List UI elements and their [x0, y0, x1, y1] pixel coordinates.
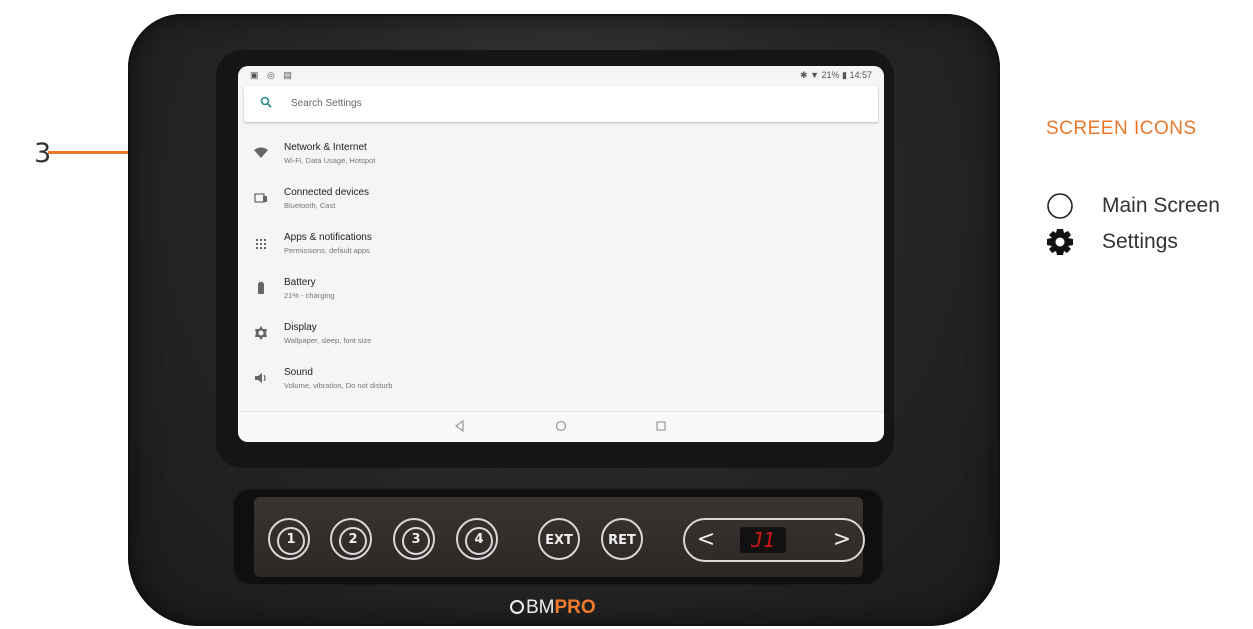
devices-icon	[254, 193, 267, 203]
apps-grid-icon	[256, 239, 266, 249]
back-icon[interactable]	[452, 418, 468, 434]
settings-item-title: Sound	[284, 367, 313, 378]
battery-icon	[258, 282, 264, 294]
android-nav-bar	[238, 411, 884, 442]
volume-icon	[255, 373, 266, 383]
status-notification-icons: ▣ ◎ ▤	[250, 70, 295, 80]
light-button-3[interactable]: 3	[393, 518, 435, 560]
settings-item-subtitle: Wallpaper, sleep, font size	[284, 336, 372, 345]
settings-item-subtitle: Volume, vibration, Do not disturb	[284, 381, 393, 390]
status-system-info: ✱ ▼ 21% ▮ 14:57	[800, 70, 872, 80]
light-button-label: 2	[339, 527, 367, 555]
settings-item-subtitle: Permissions, default apps	[284, 246, 370, 255]
light-button-label: 4	[465, 527, 493, 555]
search-settings-bar[interactable]: Search Settings	[244, 86, 878, 122]
settings-item-title: Connected devices	[284, 187, 370, 198]
search-input[interactable]: Search Settings	[291, 98, 362, 109]
gear-icon	[1047, 229, 1073, 255]
settings-item-sound[interactable]: Sound Volume, vibration, Do not disturb	[238, 357, 884, 402]
selector-pill: < J1 >	[683, 518, 865, 562]
device-screen: ▣ ◎ ▤ ✱ ▼ 21% ▮ 14:57 Search Settings Ne…	[238, 66, 884, 442]
segment-display: J1	[740, 527, 786, 553]
ext-button[interactable]: EXT	[538, 518, 580, 560]
settings-item-title: Battery	[284, 277, 316, 288]
brand-bm: BM	[526, 597, 555, 618]
settings-item-network[interactable]: Network & Internet Wi-Fi, Data Usage, Ho…	[238, 132, 884, 177]
status-bar: ▣ ◎ ▤ ✱ ▼ 21% ▮ 14:57	[238, 66, 884, 84]
light-button-label: 3	[402, 527, 430, 555]
prev-arrow-button[interactable]: <	[691, 520, 721, 560]
settings-item-subtitle: Wi-Fi, Data Usage, Hotspot	[284, 156, 376, 165]
brand-pro: PRO	[554, 597, 596, 618]
circle-icon	[1047, 193, 1073, 219]
light-button-4[interactable]: 4	[456, 518, 498, 560]
settings-item-subtitle: 21% - charging	[284, 291, 335, 300]
recents-icon[interactable]	[653, 418, 669, 434]
settings-list: Network & Internet Wi-Fi, Data Usage, Ho…	[238, 132, 884, 402]
next-arrow-button[interactable]: >	[827, 520, 857, 560]
light-button-1[interactable]: 1	[268, 518, 310, 560]
settings-item-title: Apps & notifications	[284, 232, 372, 243]
settings-item-connected-devices[interactable]: Connected devices Bluetooth, Cast	[238, 177, 884, 222]
brightness-icon	[255, 326, 267, 340]
settings-item-title: Display	[284, 322, 317, 333]
settings-item-display[interactable]: Display Wallpaper, sleep, font size	[238, 312, 884, 357]
wifi-icon	[254, 147, 268, 158]
light-button-2[interactable]: 2	[330, 518, 372, 560]
bmpro-mark-icon	[510, 600, 524, 614]
bmpro-logo: BMPRO	[510, 597, 596, 619]
legend-label: Settings	[1102, 230, 1178, 253]
search-icon	[260, 96, 272, 108]
settings-item-subtitle: Bluetooth, Cast	[284, 201, 336, 210]
light-button-label: 1	[277, 527, 305, 555]
ret-button[interactable]: RET	[601, 518, 643, 560]
legend-label: Main Screen	[1102, 194, 1220, 217]
settings-item-battery[interactable]: Battery 21% - charging	[238, 267, 884, 312]
settings-item-apps[interactable]: Apps & notifications Permissions, defaul…	[238, 222, 884, 267]
home-icon[interactable]	[553, 418, 569, 434]
settings-item-title: Network & Internet	[284, 142, 367, 153]
legend-title: SCREEN ICONS	[1046, 118, 1197, 139]
